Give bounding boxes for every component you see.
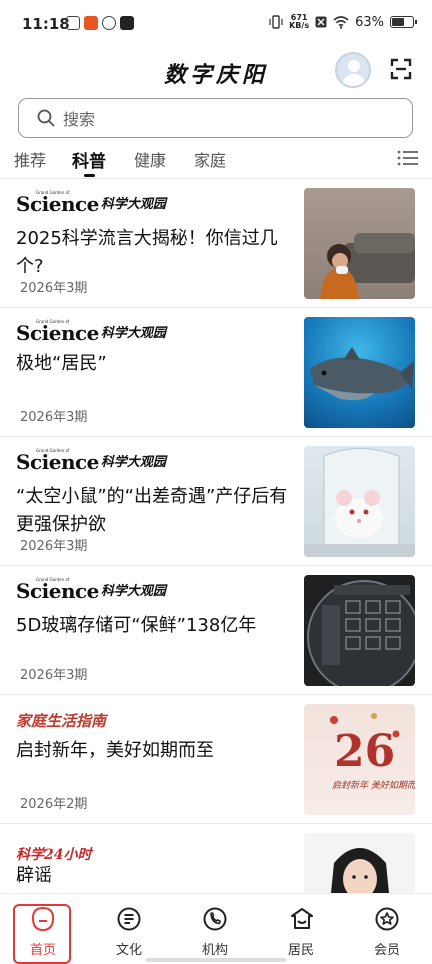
article-title[interactable]: 2025科学流言大揭秘！你信过几个? [16, 225, 288, 281]
home-indicator [146, 958, 286, 962]
scan-icon[interactable] [390, 58, 412, 80]
home-icon [31, 906, 55, 932]
notification-icons [66, 16, 134, 30]
article-title[interactable]: 辟谣 [16, 862, 288, 890]
article-thumbnail[interactable] [304, 317, 415, 428]
article-thumbnail[interactable] [304, 188, 415, 299]
tab-science[interactable]: 科普 [72, 147, 106, 172]
thumb-year-text: 26 [334, 726, 395, 777]
bottom-nav: 首页 文化 机构 居民 会员 [0, 893, 432, 964]
member-icon [375, 907, 399, 931]
article-issue: 2026年2期 [20, 797, 88, 812]
wifi-icon [333, 15, 349, 29]
residents-icon [291, 908, 313, 929]
status-right: 671 KB/s 63% [269, 13, 417, 30]
net-speed: 671 KB/s [289, 13, 310, 30]
article-thumbnail[interactable]: 26 启封新年 美好如期而至 [304, 704, 415, 815]
battery-level [392, 18, 404, 26]
search-bar[interactable]: 搜索 [18, 98, 413, 138]
nav-residents[interactable]: 居民 [258, 894, 344, 964]
avatar-body [342, 74, 366, 86]
phone-icon [203, 907, 227, 931]
header: 数字庆阳 [0, 48, 432, 94]
article-thumbnail[interactable] [304, 575, 415, 686]
nav-label: 居民 [287, 943, 314, 958]
avatar[interactable] [335, 52, 371, 88]
article-title[interactable]: 极地“居民” [16, 350, 288, 378]
thumb-caption-text: 启封新年 美好如期而至 [332, 780, 415, 791]
nav-culture[interactable]: 文化 [86, 894, 172, 964]
tab-family[interactable]: 家庭 [194, 147, 226, 171]
tab-recommend[interactable]: 推荐 [14, 147, 46, 171]
magazine-logo: Grand Garden of Science 科学大观园 [16, 319, 166, 345]
list-item[interactable]: Grand Garden of Science 科学大观园 极地“居民” 202… [0, 308, 432, 437]
avatar-head [348, 60, 360, 72]
nav-label: 会员 [373, 943, 400, 958]
app-notification-icon [102, 16, 116, 30]
article-issue: 2026年3期 [20, 410, 88, 425]
status-time: 11:18 [22, 15, 70, 33]
article-issue: 2026年3期 [20, 281, 88, 296]
nav-institution[interactable]: 机构 [172, 894, 258, 964]
app-notification-icon [84, 16, 98, 30]
article-issue: 2026年3期 [20, 539, 88, 554]
magazine-logo: 科学24小时 [16, 847, 92, 863]
nav-member[interactable]: 会员 [344, 894, 430, 964]
magazine-logo: Grand Garden of Science 科学大观园 [16, 190, 166, 216]
article-issue: 2026年3期 [20, 668, 88, 683]
battery-icon [390, 16, 417, 28]
article-title[interactable]: 启封新年，美好如期而至 [16, 737, 288, 765]
tiktok-icon [120, 16, 134, 30]
active-tab-indicator [84, 174, 95, 177]
app-notification-icon [66, 16, 80, 30]
search-input[interactable]: 搜索 [63, 106, 95, 130]
culture-icon [117, 907, 141, 931]
magazine-logo: 家庭生活指南 [16, 712, 107, 730]
list-item[interactable]: 家庭生活指南 启封新年，美好如期而至 2026年2期 26 启封新年 美好如期而… [0, 695, 432, 824]
category-tabs: 推荐 科普 健康 家庭 [0, 140, 432, 178]
search-icon [37, 109, 55, 127]
article-list: Grand Garden of Science 科学大观园 2025科学流言大揭… [0, 179, 432, 953]
article-title[interactable]: “太空小鼠”的“出差奇遇”产仔后有更强保护欲 [16, 483, 288, 539]
article-title[interactable]: 5D玻璃存储可“保鲜”138亿年 [16, 612, 288, 640]
nav-label: 机构 [201, 943, 228, 958]
magazine-logo: Grand Garden of Science 科学大观园 [16, 577, 166, 603]
data-off-icon [315, 16, 327, 28]
nav-label: 首页 [29, 943, 56, 958]
nav-label: 文化 [115, 943, 142, 958]
list-item[interactable]: Grand Garden of Science 科学大观园 2025科学流言大揭… [0, 179, 432, 308]
tab-menu-icon[interactable] [397, 149, 419, 167]
list-item[interactable]: Grand Garden of Science 科学大观园 “太空小鼠”的“出差… [0, 437, 432, 566]
list-item[interactable]: Grand Garden of Science 科学大观园 5D玻璃存储可“保鲜… [0, 566, 432, 695]
status-bar: 11:18 671 KB/s 63% [0, 0, 432, 48]
nav-home[interactable]: 首页 [0, 894, 86, 964]
magazine-logo: Grand Garden of Science 科学大观园 [16, 448, 166, 474]
tab-health[interactable]: 健康 [134, 147, 166, 171]
vibrate-icon [269, 15, 283, 29]
battery-percent: 63% [355, 14, 384, 30]
article-thumbnail[interactable] [304, 446, 415, 557]
